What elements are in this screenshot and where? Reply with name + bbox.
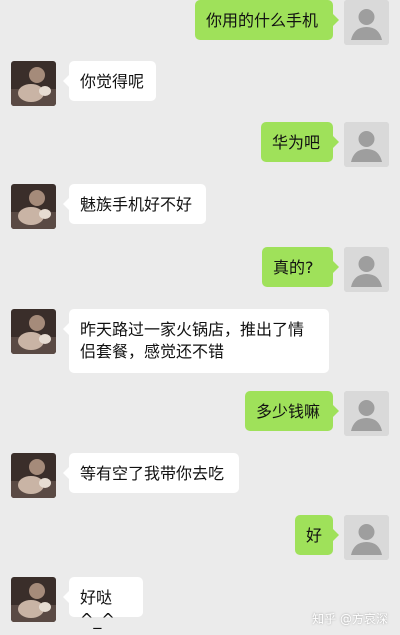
default-user-icon bbox=[344, 391, 389, 436]
message-bubble-incoming[interactable]: 昨天路过一家火锅店，推出了情侣套餐，感觉还不错 bbox=[63, 309, 329, 373]
message-text: 好哒^_^ bbox=[80, 588, 115, 629]
message-text: 你用的什么手机 bbox=[206, 11, 319, 30]
user-avatar[interactable] bbox=[344, 515, 389, 560]
message-text: 你觉得呢 bbox=[80, 72, 145, 91]
contact-photo-icon bbox=[11, 453, 56, 498]
contact-avatar[interactable] bbox=[11, 577, 56, 622]
user-avatar[interactable] bbox=[344, 391, 389, 436]
message-text: 多少钱嘛 bbox=[256, 402, 321, 421]
message-text: 等有空了我带你去吃 bbox=[80, 464, 225, 483]
message-text: 华为吧 bbox=[272, 133, 321, 152]
user-avatar[interactable] bbox=[344, 0, 389, 45]
contact-avatar[interactable] bbox=[11, 309, 56, 354]
message-bubble-outgoing[interactable]: 你用的什么手机 bbox=[195, 0, 339, 40]
message-text: 好 bbox=[306, 526, 323, 545]
contact-photo-icon bbox=[11, 61, 56, 106]
contact-avatar[interactable] bbox=[11, 184, 56, 229]
contact-photo-icon bbox=[11, 184, 56, 229]
default-user-icon bbox=[344, 247, 389, 292]
message-text: 魅族手机好不好 bbox=[80, 195, 193, 214]
default-user-icon bbox=[344, 0, 389, 45]
message-bubble-outgoing[interactable]: 好 bbox=[295, 515, 339, 555]
contact-photo-icon bbox=[11, 309, 56, 354]
message-text: 昨天路过一家火锅店，推出了情侣套餐，感觉还不错 bbox=[80, 320, 305, 361]
default-user-icon bbox=[344, 515, 389, 560]
message-bubble-incoming[interactable]: 你觉得呢 bbox=[63, 61, 156, 101]
message-bubble-outgoing[interactable]: 多少钱嘛 bbox=[245, 391, 339, 431]
message-bubble-outgoing[interactable]: 真的? bbox=[262, 247, 339, 287]
user-avatar[interactable] bbox=[344, 247, 389, 292]
contact-avatar[interactable] bbox=[11, 453, 56, 498]
message-bubble-incoming[interactable]: 好哒^_^ bbox=[63, 577, 143, 629]
user-avatar[interactable] bbox=[344, 122, 389, 167]
message-bubble-incoming[interactable]: 魅族手机好不好 bbox=[63, 184, 206, 224]
watermark: 知乎 @方哀深 bbox=[312, 612, 388, 626]
message-bubble-incoming[interactable]: 等有空了我带你去吃 bbox=[63, 453, 239, 493]
message-bubble-outgoing[interactable]: 华为吧 bbox=[261, 122, 339, 162]
message-text: 真的? bbox=[273, 258, 314, 277]
contact-photo-icon bbox=[11, 577, 56, 622]
contact-avatar[interactable] bbox=[11, 61, 56, 106]
default-user-icon bbox=[344, 122, 389, 167]
